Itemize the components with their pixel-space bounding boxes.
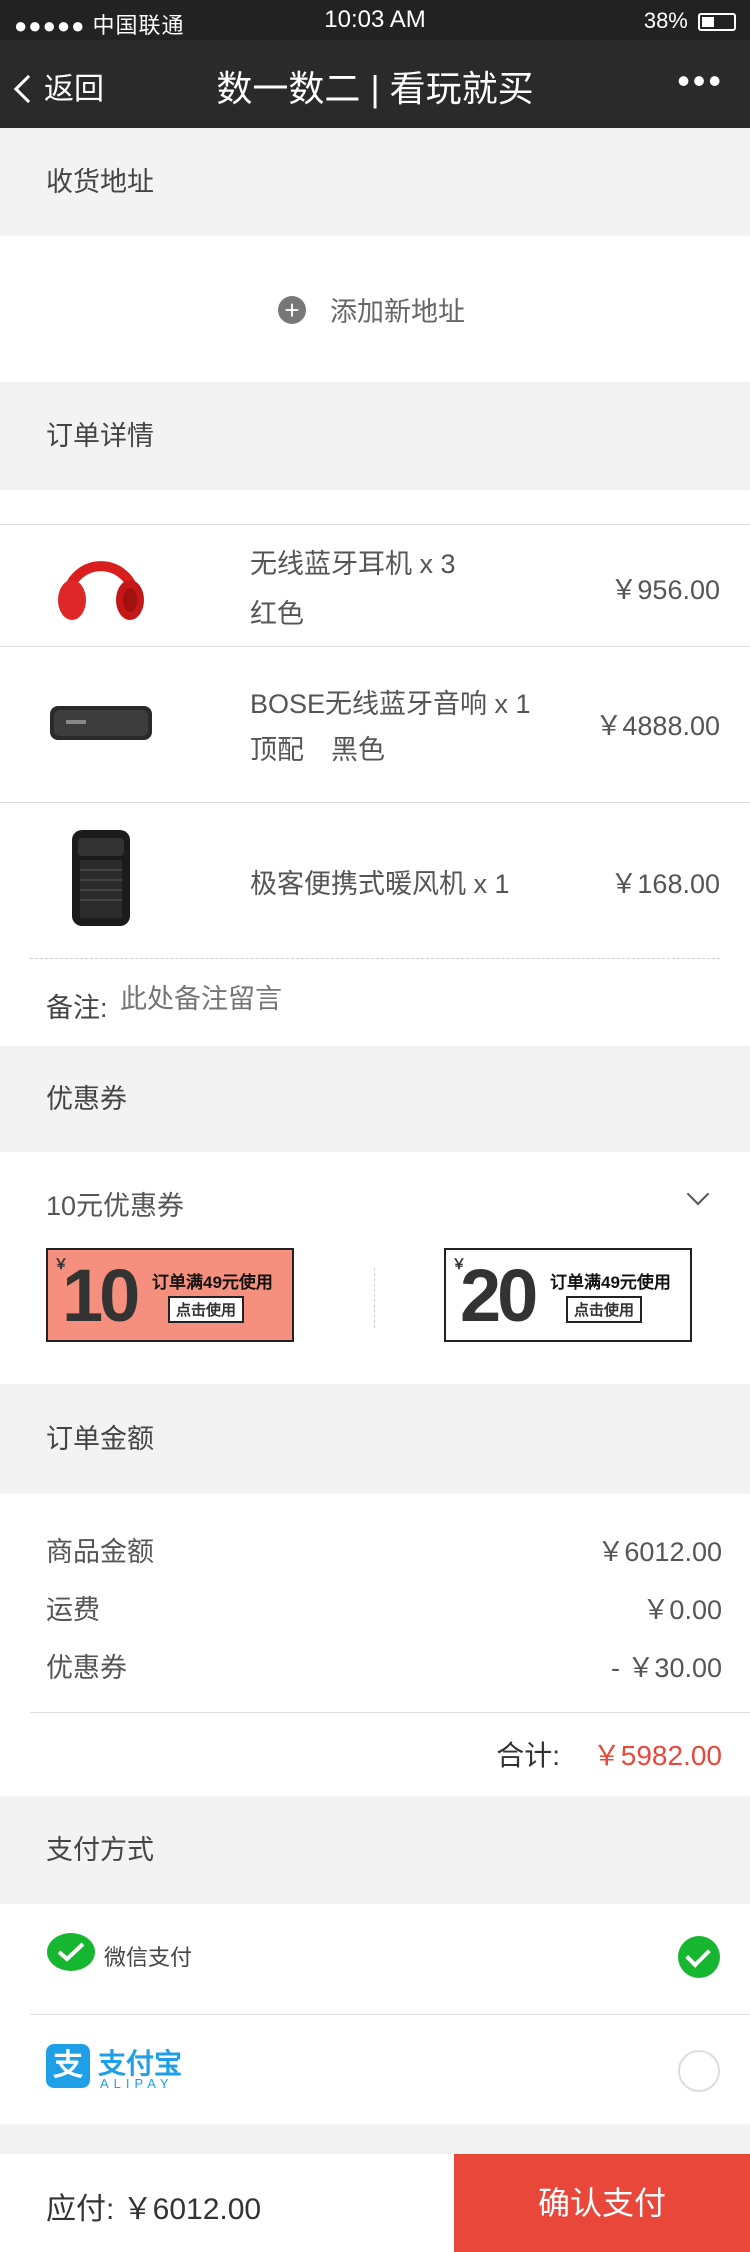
pay-option-wechat[interactable]: 微信支付 xyxy=(0,1904,750,2014)
amount-row-shipping: 运费 ￥0.00 xyxy=(46,1588,722,1627)
list-item[interactable]: BOSE无线蓝牙音响 x 1 顶配 黑色 ￥4888.00 xyxy=(0,646,750,802)
coupon-condition: 订单满49元使用 xyxy=(550,1273,671,1292)
radio-unchecked[interactable] xyxy=(678,2050,720,2092)
plus-circle-icon: + xyxy=(278,296,306,324)
item-price: ￥168.00 xyxy=(610,869,720,899)
divider xyxy=(30,1712,750,1713)
alipay-sublabel: ALIPAY xyxy=(100,2076,174,2091)
total-label: 合计: xyxy=(496,1740,560,1771)
address-section-title: 收货地址 xyxy=(0,128,750,236)
amount-label: 优惠券 xyxy=(46,1653,127,1683)
coupon-separator xyxy=(374,1268,375,1328)
remark-label: 备注: xyxy=(46,993,108,1023)
amount-label: 运费 xyxy=(46,1595,100,1625)
nav-bar: 返回 数一数二 | 看玩就买 ••• xyxy=(0,40,750,128)
wechat-pay-icon xyxy=(46,1932,96,1974)
order-section-title: 订单详情 xyxy=(0,382,750,490)
coupon-use-button[interactable]: 点击使用 xyxy=(566,1296,643,1323)
item-spec: 顶配 黑色 xyxy=(250,735,385,765)
checkout-footer: 应付: ￥6012.00 确认支付 xyxy=(0,2154,750,2252)
list-item[interactable]: 极客便携式暖风机 x 1 ￥168.00 xyxy=(0,802,750,958)
coupon-amount: 10 xyxy=(62,1254,140,1337)
remark-input[interactable] xyxy=(120,984,520,1015)
dashed-divider xyxy=(30,958,720,959)
check-circle-icon[interactable] xyxy=(678,1936,720,1978)
speaker-image xyxy=(46,668,156,778)
chevron-down-icon[interactable] xyxy=(686,1182,710,1206)
page-title: 数一数二 | 看玩就买 xyxy=(216,68,534,109)
payment-panel: 微信支付 支 支付宝 ALIPAY xyxy=(0,1904,750,2124)
add-address-label: 添加新地址 xyxy=(330,297,465,327)
amount-row-coupon: 优惠券 - ￥30.00 xyxy=(46,1646,722,1685)
coupon-card-10[interactable]: ￥ 10 订单满49元使用 点击使用 xyxy=(46,1248,300,1348)
amount-panel: 商品金额 ￥6012.00 运费 ￥0.00 优惠券 - ￥30.00 合计: … xyxy=(0,1494,750,1796)
item-name: 极客便携式暖风机 x 1 xyxy=(250,869,510,899)
coupon-select-value[interactable]: 10元优惠券 xyxy=(46,1184,184,1223)
amount-value: - ￥30.00 xyxy=(610,1653,722,1683)
wechat-pay-label: 微信支付 xyxy=(104,1945,193,1970)
order-details: 无线蓝牙耳机 x 3 红色 ￥956.00 BOSE无线蓝牙音响 x 1 顶配 … xyxy=(0,490,750,1046)
amount-value: ￥6012.00 xyxy=(597,1537,722,1567)
item-price: ￥956.00 xyxy=(610,575,720,605)
item-name: 无线蓝牙耳机 x 3 xyxy=(250,549,456,579)
status-bar: ●●●●● 中国联通 10:03 AM 38% xyxy=(0,0,750,40)
coupon-panel: 10元优惠券 ￥ 10 订单满49元使用 点击使用 ￥ 20 订单满49元使用 … xyxy=(0,1152,750,1384)
alipay-icon: 支 xyxy=(46,2044,90,2088)
headphones-image xyxy=(46,526,156,636)
amount-section-title: 订单金额 xyxy=(0,1384,750,1494)
status-time: 10:03 AM xyxy=(324,6,426,33)
payment-section-title: 支付方式 xyxy=(0,1796,750,1904)
amount-row-goods: 商品金额 ￥6012.00 xyxy=(46,1530,722,1569)
coupon-amount: 20 xyxy=(460,1254,538,1337)
confirm-pay-button[interactable]: 确认支付 xyxy=(454,2154,750,2252)
item-spec: 红色 xyxy=(250,599,304,629)
amount-due: 应付: ￥6012.00 xyxy=(46,2193,262,2226)
coupon-use-button[interactable]: 点击使用 xyxy=(168,1296,245,1323)
coupon-card-20[interactable]: ￥ 20 订单满49元使用 点击使用 xyxy=(444,1248,698,1348)
add-address-button[interactable]: + 添加新地址 xyxy=(0,236,750,382)
battery-icon xyxy=(698,13,736,32)
more-icon[interactable]: ••• xyxy=(677,60,724,102)
list-item[interactable]: 无线蓝牙耳机 x 3 红色 ￥956.00 xyxy=(0,524,750,646)
battery-percent: 38% xyxy=(643,8,688,33)
coupon-section-title: 优惠券 xyxy=(0,1046,750,1152)
amount-label: 商品金额 xyxy=(46,1537,154,1567)
total-value: ￥5982.00 xyxy=(592,1740,722,1771)
battery-level: 38% xyxy=(644,8,736,34)
item-name: BOSE无线蓝牙音响 x 1 xyxy=(250,689,531,719)
amount-value: ￥0.00 xyxy=(642,1595,722,1625)
item-price: ￥4888.00 xyxy=(595,711,720,741)
heater-image xyxy=(46,824,156,934)
coupon-condition: 订单满49元使用 xyxy=(152,1273,273,1292)
